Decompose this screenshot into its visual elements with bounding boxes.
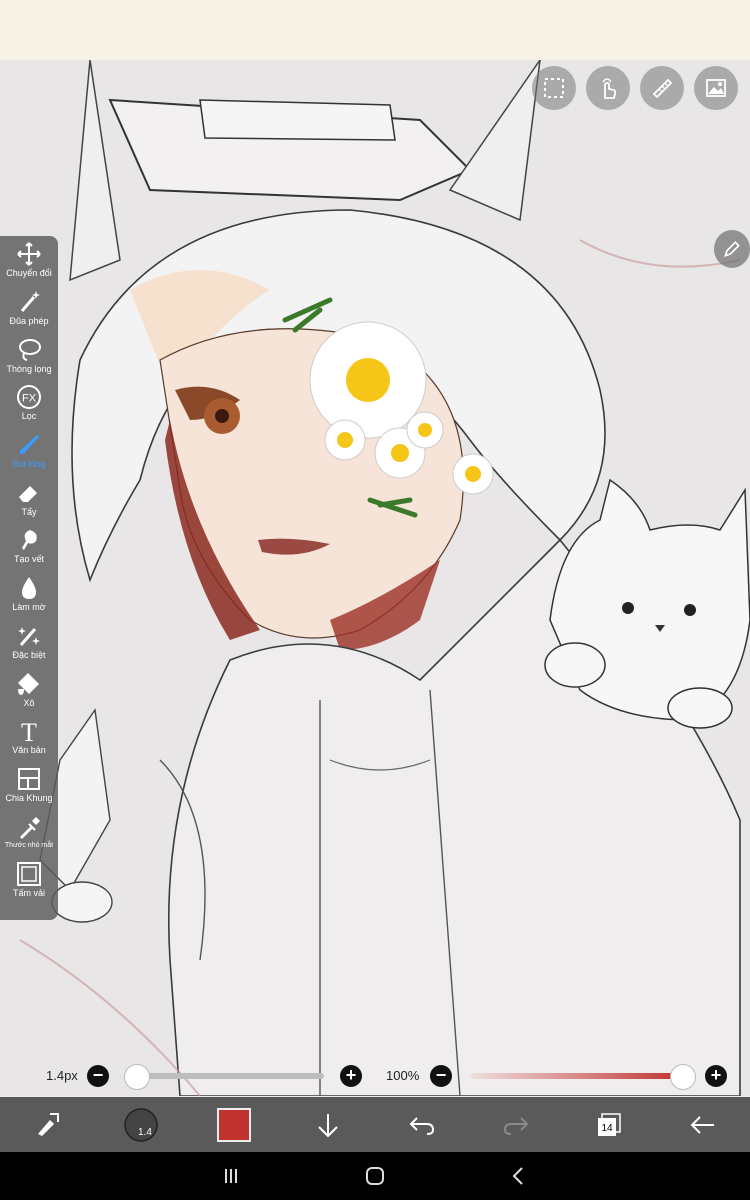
canvas-icon	[15, 861, 43, 887]
redo-button[interactable]	[494, 1103, 538, 1147]
svg-text:FX: FX	[22, 393, 37, 405]
svg-text:T: T	[21, 718, 37, 744]
pencil-icon	[724, 241, 740, 257]
system-nav-bar	[0, 1152, 750, 1200]
frame-divider-icon	[15, 766, 43, 792]
image-icon[interactable]	[694, 66, 738, 110]
undo-icon	[409, 1116, 434, 1135]
bottom-toolbar: 1.4 14	[0, 1097, 750, 1152]
tool-special[interactable]: Đặc biệt	[0, 618, 58, 666]
color-picker-button[interactable]	[212, 1103, 256, 1147]
magic-wand-icon	[15, 289, 43, 315]
tool-label: Đũa phép	[9, 316, 49, 327]
tool-label: Thòng lọng	[6, 363, 52, 374]
top-toolbar	[532, 66, 738, 110]
arrow-down-icon	[318, 1113, 338, 1137]
tool-label: Tẩy	[21, 506, 37, 517]
layers-icon: 14	[598, 1112, 622, 1136]
redo-icon	[503, 1116, 529, 1135]
tool-magic-wand[interactable]: Đũa phép	[0, 284, 58, 332]
current-color-swatch	[217, 1107, 252, 1142]
opacity-slider-knob[interactable]	[670, 1064, 696, 1090]
eyedropper-icon	[15, 815, 43, 841]
ruler-icon[interactable]	[640, 66, 684, 110]
tool-label: Lọc	[21, 411, 37, 422]
brush-size-slider[interactable]	[126, 1073, 324, 1079]
tool-sidebar: Chuyển đổi Đũa phép Thòng lọng FX Lọc Bú…	[0, 236, 58, 920]
artwork	[0, 60, 750, 1096]
tool-label: Tấm vải	[12, 888, 45, 899]
home-icon[interactable]	[363, 1164, 387, 1188]
opacity-label: 100%	[386, 1068, 420, 1083]
selection-icon[interactable]	[532, 66, 576, 110]
brush-size-label: 1.4px	[46, 1068, 78, 1083]
brush-size-minus-button[interactable]: −	[87, 1065, 109, 1087]
tool-brush[interactable]: Bút lông	[0, 427, 58, 475]
opacity-minus-button[interactable]: −	[430, 1065, 452, 1087]
tool-label: Thước nhỏ mắt	[4, 842, 54, 850]
tool-label: Bút lông	[12, 459, 46, 470]
tool-lasso[interactable]: Thòng lọng	[0, 331, 58, 379]
undo-button[interactable]	[400, 1103, 444, 1147]
pencil-quick-button[interactable]	[714, 230, 750, 268]
transform-tools-button[interactable]	[25, 1103, 69, 1147]
move-icon	[15, 241, 43, 267]
text-icon: T	[15, 718, 43, 744]
tool-label: Đặc biệt	[12, 649, 46, 660]
opacity-plus-button[interactable]: +	[705, 1065, 727, 1087]
svg-text:14: 14	[602, 1123, 614, 1134]
tool-bucket[interactable]: Xô	[0, 665, 58, 713]
tool-frame-divider[interactable]: Chia Khung	[0, 761, 58, 809]
arrow-left-icon	[690, 1115, 715, 1134]
bucket-icon	[15, 671, 43, 697]
download-button[interactable]	[306, 1103, 350, 1147]
tool-filter[interactable]: FX Lọc	[0, 379, 58, 427]
tool-smudge[interactable]: Tạo vết	[0, 522, 58, 570]
brush-size-slider-knob[interactable]	[124, 1064, 150, 1090]
back-button[interactable]	[681, 1103, 725, 1147]
layers-button[interactable]: 14	[587, 1103, 631, 1147]
blur-drop-icon	[15, 575, 43, 601]
tool-text[interactable]: T Văn bản	[0, 713, 58, 761]
tool-canvas[interactable]: Tấm vải	[0, 856, 58, 904]
opacity-slider[interactable]	[470, 1073, 682, 1079]
brush-swap-icon	[37, 1112, 59, 1136]
tool-label: Chuyển đổi	[6, 268, 52, 279]
fx-icon: FX	[15, 384, 43, 410]
eraser-icon	[15, 480, 43, 506]
tool-transform[interactable]: Chuyển đổi	[0, 236, 58, 284]
lasso-icon	[15, 337, 43, 363]
tool-label: Chia Khung	[5, 792, 53, 803]
recent-apps-icon[interactable]	[219, 1164, 243, 1188]
brush-size-button[interactable]: 1.4	[119, 1103, 163, 1147]
smudge-icon	[15, 527, 43, 553]
tool-label: Làm mờ	[12, 602, 46, 613]
nav-back-icon[interactable]	[507, 1164, 531, 1188]
tool-eraser[interactable]: Tẩy	[0, 474, 58, 522]
top-strip	[0, 0, 750, 60]
svg-text:1.4: 1.4	[138, 1127, 152, 1138]
brush-icon	[15, 432, 43, 458]
brush-slider-row: 1.4px − + 100% − +	[0, 1060, 750, 1092]
tool-label: Xô	[23, 697, 35, 708]
tool-label: Văn bản	[12, 745, 46, 756]
tool-blur[interactable]: Làm mờ	[0, 570, 58, 618]
tool-label: Tạo vết	[13, 554, 44, 565]
tool-eyedropper[interactable]: Thước nhỏ mắt	[0, 808, 58, 856]
hand-touch-icon[interactable]	[586, 66, 630, 110]
brush-size-plus-button[interactable]: +	[340, 1065, 362, 1087]
special-brush-icon	[15, 623, 43, 649]
drawing-canvas[interactable]	[0, 60, 750, 1096]
brush-preview-icon: 1.4	[123, 1107, 158, 1142]
